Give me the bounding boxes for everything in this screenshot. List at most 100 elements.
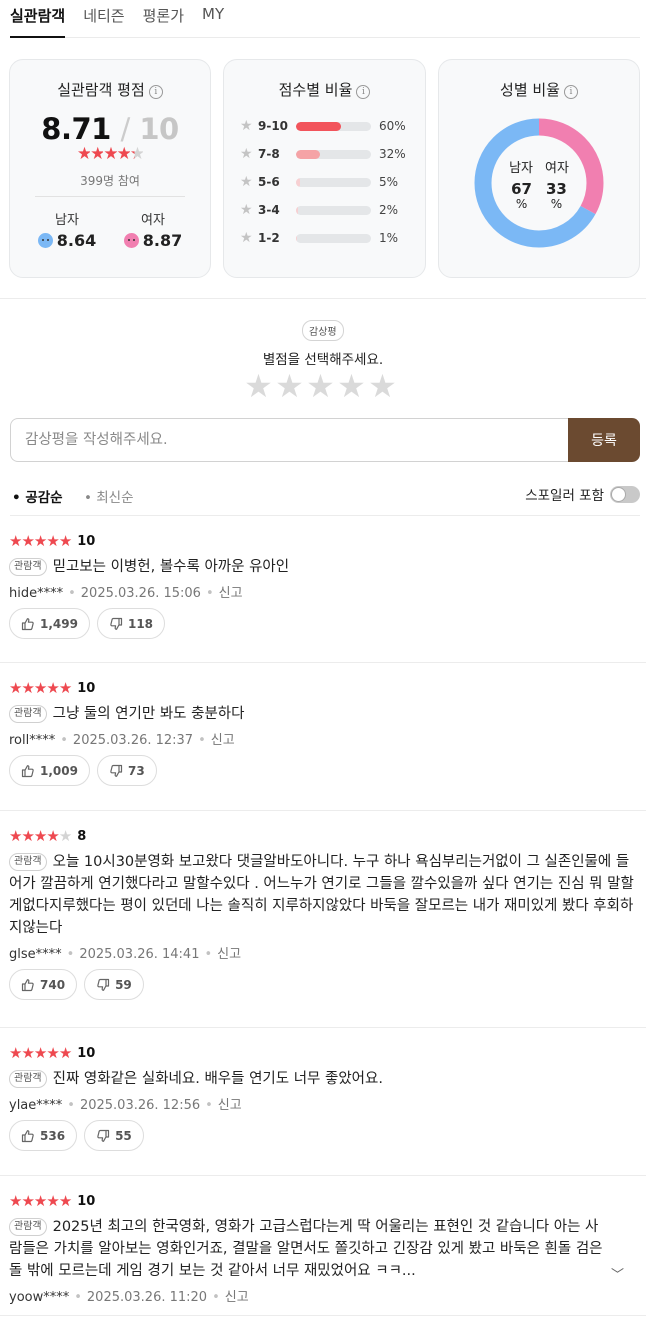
review-text: 관람객 그냥 둘의 연기만 봐도 충분하다 xyxy=(9,703,640,725)
tab-critic[interactable]: 평론가 xyxy=(143,0,184,38)
separator-dot: • xyxy=(212,1290,220,1305)
review-actions: 536 55 xyxy=(9,1120,144,1151)
score-value: 8.71 xyxy=(41,112,111,146)
submit-button[interactable]: 등록 xyxy=(568,418,640,462)
like-count: 1,499 xyxy=(40,616,78,631)
tab-netizen[interactable]: 네티즌 xyxy=(83,0,124,38)
score-card-title: 실관람객 평점 i xyxy=(10,79,210,100)
expand-chevron-icon[interactable]: ﹀ xyxy=(611,1264,624,1283)
review-star: ★ xyxy=(46,532,59,550)
audience-badge: 관람객 xyxy=(9,853,47,871)
review-item: ★ ★ ★ ★ ★ 10 관람객 믿고보는 이병헌, 볼수록 아까운 유아인 hide**** •… xyxy=(0,516,646,663)
participant-count: 399명 참여 xyxy=(80,174,140,188)
sort-by-likes[interactable]: • 공감순 xyxy=(12,486,63,506)
review-actions: 740 59 xyxy=(9,969,144,1000)
report-link[interactable]: 신고 xyxy=(211,733,235,748)
review-star: ★ xyxy=(21,532,34,550)
like-button[interactable]: 740 xyxy=(9,969,78,1000)
star-5[interactable]: ★ xyxy=(367,369,398,403)
ratio-row: ★ 1-2 1% xyxy=(240,224,425,252)
gender-scores: 남자 8.64 여자 8.87 xyxy=(10,209,210,250)
review-star: ★ xyxy=(58,1192,72,1210)
ratio-list: ★ 9-10 60% ★ 7-8 32% ★ 5-6 5% ★ 3-4 2% ★ 1-2 1% xyxy=(224,112,425,252)
review-content: 그냥 둘의 연기만 봐도 충분하다 xyxy=(52,706,245,722)
report-link[interactable]: 신고 xyxy=(218,1098,242,1113)
thumbs-down-icon xyxy=(97,978,110,991)
info-icon[interactable]: i xyxy=(563,85,578,99)
dislike-button[interactable]: 55 xyxy=(84,1120,144,1151)
report-link[interactable]: 신고 xyxy=(217,947,241,962)
like-button[interactable]: 1,499 xyxy=(9,608,90,639)
review-star: ★ xyxy=(46,1192,59,1210)
ratio-row: ★ 7-8 32% xyxy=(240,140,425,168)
dislike-count: 73 xyxy=(127,763,145,778)
audience-badge: 관람객 xyxy=(9,1070,47,1088)
review-star: ★ xyxy=(21,1044,34,1062)
review-meta: roll**** • 2025.03.26. 12:37 • 신고 xyxy=(9,729,235,748)
dislike-count: 55 xyxy=(115,1128,132,1143)
tab-my[interactable]: MY xyxy=(202,0,224,38)
male-label: 남자 xyxy=(55,213,79,228)
star-3[interactable]: ★ xyxy=(305,369,336,403)
ratio-label: 1-2 xyxy=(258,231,280,245)
like-count: 536 xyxy=(40,1128,66,1143)
select-rating-message: 별점을 선택해주세요. xyxy=(262,352,384,368)
review-star: ★ xyxy=(33,827,47,845)
average-star: ★ xyxy=(90,144,105,164)
review-star: ★ xyxy=(33,679,47,697)
review-item: ★ ★ ★ ★ ★ 8 관람객 오늘 10시30분영화 보고왔다 댓글알바도아니다. 누구 하… xyxy=(0,811,646,1028)
gender-ratio-card: 성별 비율 i 남자 여자 67% 33% xyxy=(438,59,640,278)
review-score: 10 xyxy=(77,1193,96,1209)
thumbs-up-icon xyxy=(21,617,34,630)
dislike-button[interactable]: 118 xyxy=(96,608,166,639)
dislike-count: 118 xyxy=(127,616,154,631)
review-user: yoow**** xyxy=(9,1290,70,1305)
ratio-percent: 5% xyxy=(379,175,399,189)
female-score: 여자 8.87 xyxy=(123,209,183,250)
ratio-bar-fill xyxy=(296,177,300,187)
info-icon[interactable]: i xyxy=(356,85,371,99)
thumbs-down-icon xyxy=(110,617,123,630)
review-text: 관람객 오늘 10시30분영화 보고왔다 댓글알바도아니다. 누구 하나 욕심부리… xyxy=(9,851,640,939)
divider xyxy=(35,196,185,197)
like-count: 740 xyxy=(40,977,66,992)
gender-card-title: 성별 비율 i xyxy=(439,79,639,100)
dislike-button[interactable]: 59 xyxy=(84,969,144,1000)
female-score-value: 8.87 xyxy=(142,231,183,250)
review-input[interactable] xyxy=(10,418,568,462)
ratio-percent: 32% xyxy=(379,147,406,161)
review-star: ★ xyxy=(58,827,72,845)
spoiler-toggle[interactable] xyxy=(610,485,640,503)
report-link[interactable]: 신고 xyxy=(225,1290,249,1305)
ratio-label: 7-8 xyxy=(258,147,280,161)
star-4[interactable]: ★ xyxy=(336,369,367,403)
review-star: ★ xyxy=(46,1044,59,1062)
ratio-label: 5-6 xyxy=(258,175,280,189)
like-button[interactable]: 536 xyxy=(9,1120,78,1151)
review-content: 2025년 최고의 한국영화, 영화가 고급스럽다는게 딱 어울리는 표현인 것… xyxy=(9,1219,603,1279)
review-item: ★ ★ ★ ★ ★ 10 관람객 진짜 영화같은 실화네요. 배우들 연기도 너무 좋았어요.… xyxy=(0,1028,646,1176)
review-content: 믿고보는 이병헌, 볼수록 아까운 유아인 xyxy=(52,559,290,575)
average-star: ★ xyxy=(116,144,132,164)
separator-dot: • xyxy=(67,1098,75,1113)
sort-by-latest[interactable]: • 최신순 xyxy=(84,486,134,506)
separator-dot: • xyxy=(74,1290,82,1305)
like-button[interactable]: 1,009 xyxy=(9,755,90,786)
dislike-count: 59 xyxy=(115,977,132,992)
star-2[interactable]: ★ xyxy=(274,369,305,403)
info-icon[interactable]: i xyxy=(148,85,163,99)
dislike-button[interactable]: 73 xyxy=(96,755,157,786)
report-link[interactable]: 신고 xyxy=(219,586,243,601)
ratio-bar xyxy=(296,205,371,215)
star-1[interactable]: ★ xyxy=(243,369,274,403)
score-ratio-card: 점수별 비율 i ★ 9-10 60% ★ 7-8 32% ★ 5-6 5% ★ 3-4 2% ★ 1-2 1… xyxy=(223,59,426,278)
review-star-rating: ★ ★ ★ ★ ★ 10 xyxy=(9,532,95,550)
review-star: ★ xyxy=(21,679,34,697)
review-star: ★ xyxy=(33,1192,47,1210)
review-star: ★ xyxy=(9,679,22,697)
tab-audience[interactable]: 실관람객 xyxy=(10,0,66,38)
review-star: ★ xyxy=(21,827,34,845)
separator-dot: • xyxy=(68,586,76,601)
audience-score-card: 실관람객 평점 i 8.71 / 10 ★★★★★ 399명 참여 남자 8.64… xyxy=(9,59,211,278)
review-star: ★ xyxy=(21,1192,34,1210)
